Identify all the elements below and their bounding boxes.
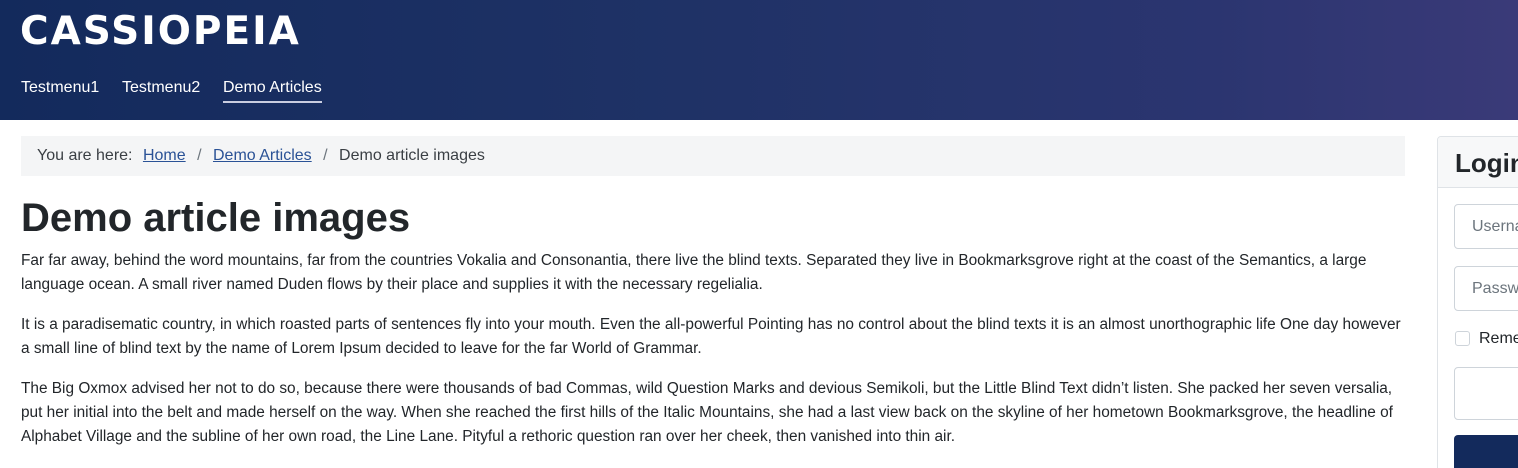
site-header: CASSIOPEIA Testmenu1 Testmenu2 Demo Arti… xyxy=(0,0,1518,120)
login-button[interactable] xyxy=(1454,435,1518,468)
article-body: Far far away, behind the word mountains,… xyxy=(21,249,1401,465)
password-input[interactable]: Password xyxy=(1454,266,1518,311)
login-module: Login Username Password Remember Me xyxy=(1437,136,1518,468)
breadcrumb-prefix: You are here: xyxy=(37,147,133,164)
nav-item-testmenu2[interactable]: Testmenu2 xyxy=(122,78,200,98)
article-paragraph: It is a paradisematic country, in which … xyxy=(21,316,1401,357)
nav-item-testmenu1[interactable]: Testmenu1 xyxy=(21,78,99,98)
site-brand-logo[interactable]: CASSIOPEIA xyxy=(20,10,301,54)
breadcrumb-separator: / xyxy=(197,147,202,164)
login-title: Login xyxy=(1455,148,1518,178)
breadcrumb-link-demo-articles[interactable]: Demo Articles xyxy=(213,147,312,164)
article-paragraph: Far far away, behind the word mountains,… xyxy=(21,252,1367,293)
remember-me-checkbox[interactable] xyxy=(1455,331,1470,346)
remember-me-label[interactable]: Remember Me xyxy=(1479,330,1518,348)
breadcrumb-current: Demo article images xyxy=(339,147,485,164)
article-paragraph: The Big Oxmox advised her not to do so, … xyxy=(21,380,1393,445)
breadcrumb-link-home[interactable]: Home xyxy=(143,147,186,164)
breadcrumb-separator: / xyxy=(323,147,328,164)
username-input[interactable]: Username xyxy=(1454,204,1518,249)
breadcrumb: You are here: Home / Demo Articles / Dem… xyxy=(21,136,1405,176)
login-secondary-field[interactable] xyxy=(1454,367,1518,420)
article-title: Demo article images xyxy=(21,196,411,240)
login-header: Login xyxy=(1438,137,1518,188)
nav-item-demo-articles[interactable]: Demo Articles xyxy=(223,78,322,103)
